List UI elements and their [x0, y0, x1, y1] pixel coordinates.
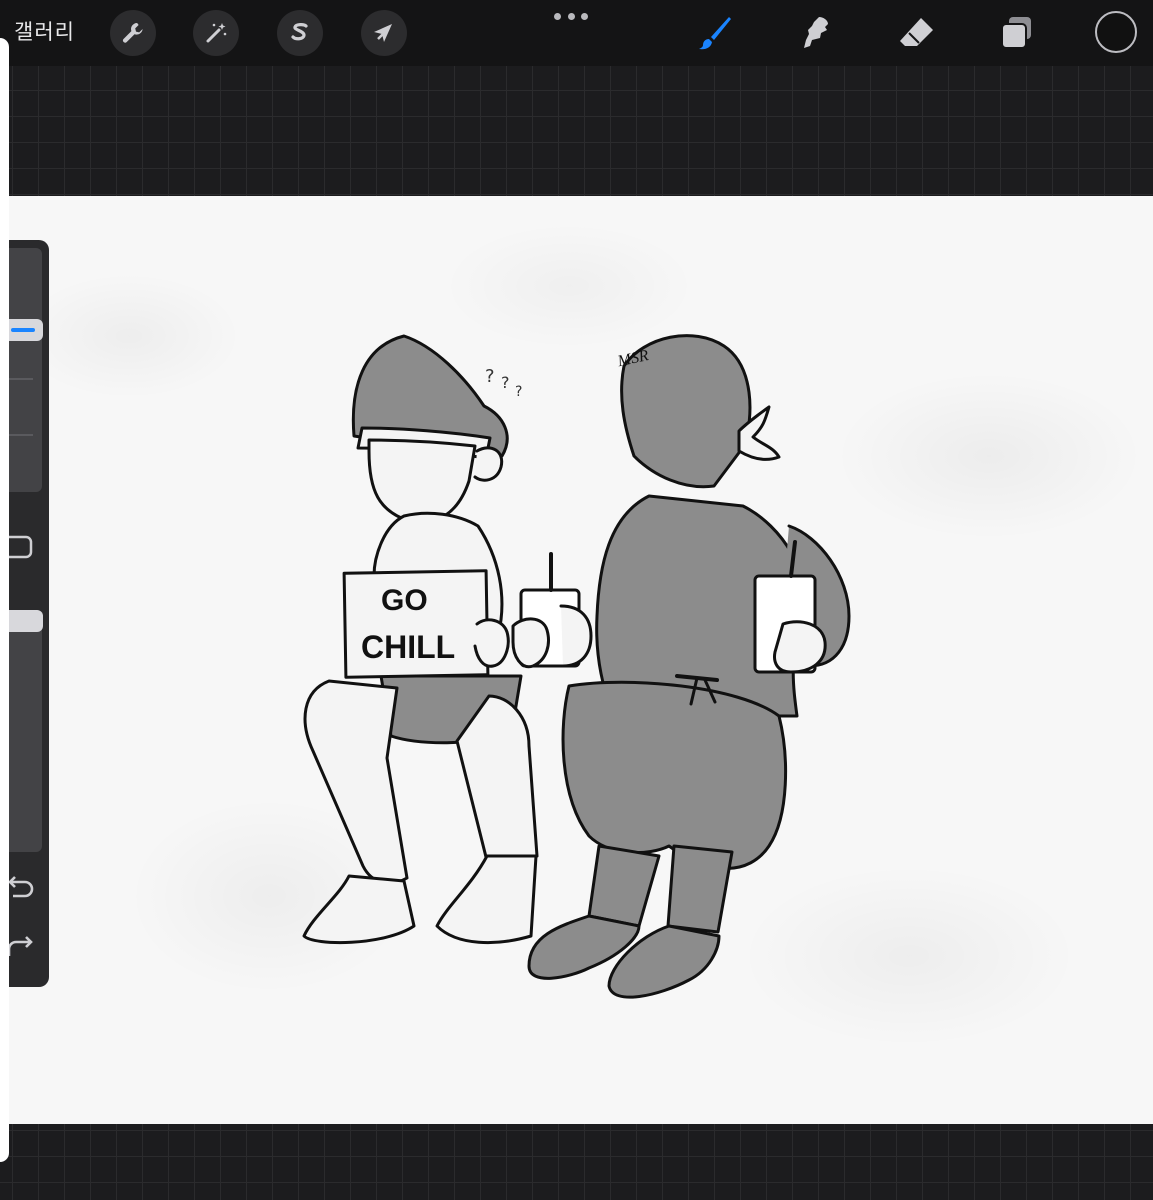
arrow-cursor-icon	[374, 24, 392, 42]
dot	[554, 12, 561, 20]
redo-icon	[7, 936, 33, 956]
slider-tick	[9, 434, 33, 436]
eraser-icon	[900, 18, 933, 46]
bottom-workspace-area	[0, 1124, 1153, 1200]
opacity-thumb[interactable]	[9, 610, 43, 632]
artwork-illustration: GO CHILL MSR ? ? ?	[302, 334, 851, 999]
brush-tool-button[interactable]	[694, 12, 736, 54]
selection-button[interactable]	[277, 10, 323, 56]
sign-text-line1: GO	[381, 584, 428, 617]
modify-button[interactable]	[1, 534, 35, 560]
confusion-mark: ?	[515, 384, 522, 400]
gallery-button[interactable]: 갤러리	[14, 16, 75, 46]
layers-icon	[1001, 17, 1031, 49]
opacity-slider[interactable]	[9, 610, 43, 852]
confusion-mark: ?	[485, 366, 495, 387]
adjustments-button[interactable]	[193, 10, 239, 56]
brush-icon	[699, 17, 731, 50]
transform-button[interactable]	[361, 10, 407, 56]
undo-button[interactable]	[8, 872, 37, 900]
eraser-tool-button[interactable]	[896, 12, 938, 54]
smudge-icon	[804, 17, 828, 48]
drawing-canvas[interactable]: GO CHILL MSR ? ? ?	[9, 196, 1153, 1124]
brush-size-slider[interactable]	[9, 248, 43, 492]
smudge-tool-button[interactable]	[796, 12, 838, 54]
dot	[567, 12, 575, 20]
color-picker-button[interactable]	[1095, 11, 1137, 53]
square-icon	[1, 535, 33, 559]
selection-s-icon	[291, 23, 308, 41]
brush-sidebar	[1, 240, 49, 987]
confusion-mark: ?	[501, 373, 510, 392]
wrench-icon	[122, 23, 143, 43]
top-toolbar: 갤러리	[0, 0, 1153, 66]
layers-button[interactable]	[996, 12, 1038, 54]
undo-icon	[8, 876, 34, 898]
magic-wand-icon	[206, 23, 227, 43]
dot	[581, 12, 588, 20]
redo-button[interactable]	[7, 932, 37, 960]
actions-button[interactable]	[110, 10, 156, 56]
brush-size-thumb[interactable]	[9, 319, 43, 341]
left-edge-panel	[0, 38, 9, 1162]
slider-tick	[9, 378, 33, 380]
size-indicator	[11, 328, 35, 332]
sign-text-line2: CHILL	[361, 629, 455, 665]
more-options-dots[interactable]	[554, 10, 588, 22]
